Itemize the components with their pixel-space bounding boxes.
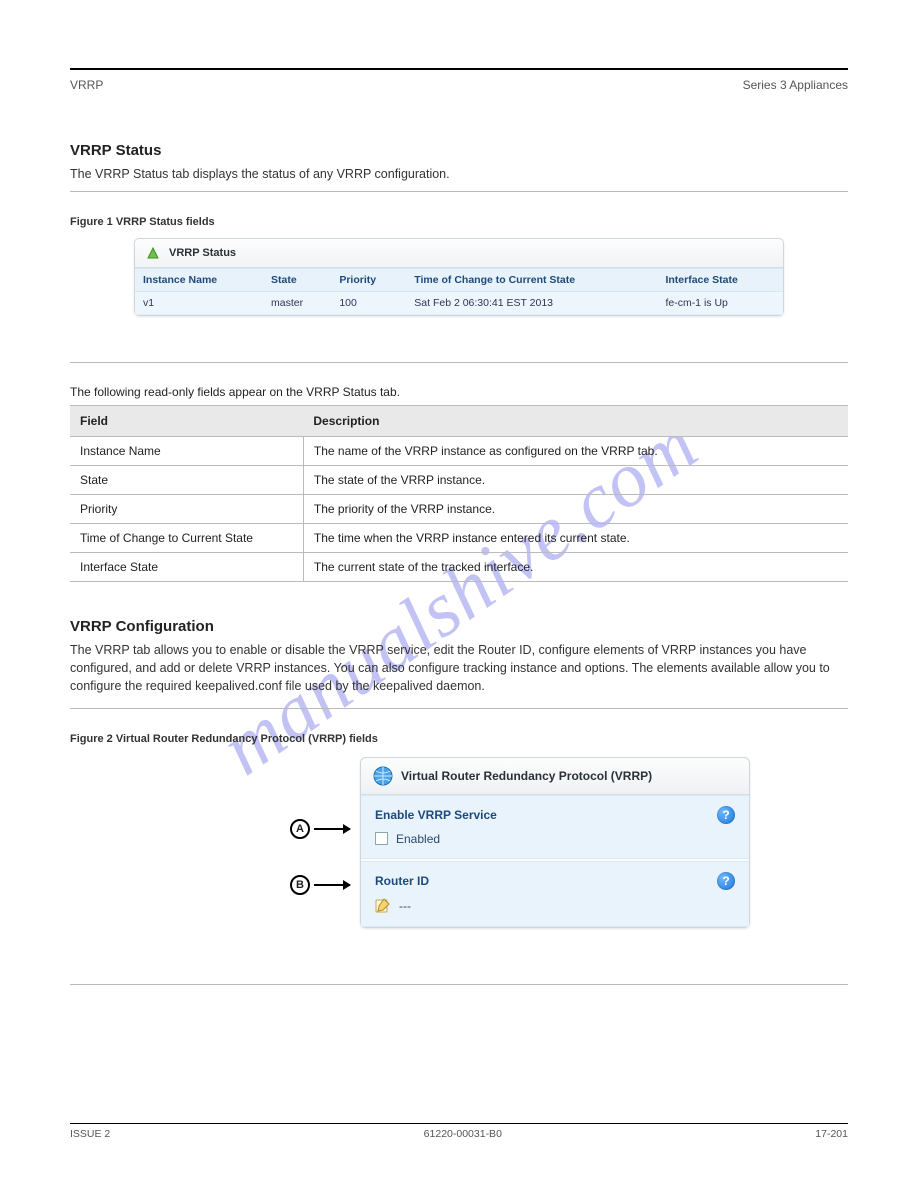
header-right: Series 3 Appliances	[743, 78, 848, 92]
help-icon[interactable]: ?	[717, 806, 735, 824]
table-row: StateThe state of the VRRP instance.	[70, 466, 848, 495]
cell-state: master	[263, 292, 331, 315]
field-desc: The name of the VRRP instance as configu…	[303, 437, 848, 466]
col-instance-name: Instance Name	[135, 269, 263, 292]
table-row: PriorityThe priority of the VRRP instanc…	[70, 495, 848, 524]
vrrp-config-panel: Virtual Router Redundancy Protocol (VRRP…	[360, 757, 750, 928]
enable-vrrp-title: Enable VRRP Service	[375, 808, 497, 822]
page-header: VRRP Series 3 Appliances	[70, 78, 848, 92]
figure-2-caption: Figure 2 Virtual Router Redundancy Proto…	[70, 733, 848, 745]
field-desc: The current state of the tracked interfa…	[303, 553, 848, 582]
callout-a-circle: A	[290, 819, 310, 839]
field-name: State	[70, 466, 303, 495]
footer-left: ISSUE 2	[70, 1128, 110, 1140]
router-id-value: ---	[399, 899, 411, 913]
globe-icon	[373, 766, 393, 786]
vrrp-config-panel-title: Virtual Router Redundancy Protocol (VRRP…	[401, 769, 652, 783]
figure-2-block: Figure 2 Virtual Router Redundancy Proto…	[70, 708, 848, 985]
cell-priority: 100	[331, 292, 406, 315]
vrrp-status-table: Instance Name State Priority Time of Cha…	[135, 268, 783, 315]
table-row: Time of Change to Current StateThe time …	[70, 524, 848, 553]
cell-iface: fe-cm-1 is Up	[657, 292, 783, 315]
section-para-vrrp-config: The VRRP tab allows you to enable or dis…	[70, 641, 848, 695]
col-interface-state: Interface State	[657, 269, 783, 292]
vrrp-status-panel: VRRP Status Instance Name State Priority…	[134, 238, 784, 316]
field-name: Instance Name	[70, 437, 303, 466]
callout-a: A	[290, 819, 350, 839]
section-title-vrrp-config: VRRP Configuration	[70, 618, 848, 635]
help-icon[interactable]: ?	[717, 872, 735, 890]
field-name: Time of Change to Current State	[70, 524, 303, 553]
field-desc: The priority of the VRRP instance.	[303, 495, 848, 524]
arrow-icon	[314, 884, 350, 886]
cell-time: Sat Feb 2 06:30:41 EST 2013	[406, 292, 657, 315]
page-footer: ISSUE 2 61220-00031-B0 17-201	[70, 1123, 848, 1140]
enable-vrrp-section: Enable VRRP Service ? Enabled	[361, 795, 749, 859]
footer-center: 61220-00031-B0	[424, 1128, 502, 1140]
field-desc: The time when the VRRP instance entered …	[303, 524, 848, 553]
table-row: v1 master 100 Sat Feb 2 06:30:41 EST 201…	[135, 292, 783, 315]
figure-1-block: Figure 1 VRRP Status fields VRRP Status …	[70, 191, 848, 363]
fields-head-field: Field	[70, 406, 303, 437]
enabled-label: Enabled	[396, 832, 440, 846]
section-title-vrrp-status: VRRP Status	[70, 142, 848, 159]
footer-rule	[70, 1123, 848, 1124]
col-state: State	[263, 269, 331, 292]
router-id-section: Router ID ? ---	[361, 861, 749, 927]
header-rule	[70, 68, 848, 70]
field-name: Interface State	[70, 553, 303, 582]
col-time-change: Time of Change to Current State	[406, 269, 657, 292]
callout-b-circle: B	[290, 875, 310, 895]
col-priority: Priority	[331, 269, 406, 292]
arrow-icon	[314, 828, 350, 830]
table-row: Interface StateThe current state of the …	[70, 553, 848, 582]
header-left: VRRP	[70, 78, 103, 92]
field-desc: The state of the VRRP instance.	[303, 466, 848, 495]
section-intro-vrrp-status: The VRRP Status tab displays the status …	[70, 165, 848, 183]
table-row: Instance NameThe name of the VRRP instan…	[70, 437, 848, 466]
status-icon	[145, 245, 161, 261]
figure-1-caption: Figure 1 VRRP Status fields	[70, 216, 848, 228]
router-id-title: Router ID	[375, 874, 429, 888]
footer-right: 17-201	[815, 1128, 848, 1140]
callout-b: B	[290, 875, 350, 895]
fields-table: Field Description Instance NameThe name …	[70, 405, 848, 582]
field-name: Priority	[70, 495, 303, 524]
vrrp-status-panel-title: VRRP Status	[169, 247, 236, 259]
fields-intro: The following read-only fields appear on…	[70, 385, 848, 399]
cell-instance: v1	[135, 292, 263, 315]
edit-icon[interactable]	[375, 898, 391, 914]
fields-head-desc: Description	[303, 406, 848, 437]
enabled-checkbox[interactable]	[375, 832, 388, 845]
